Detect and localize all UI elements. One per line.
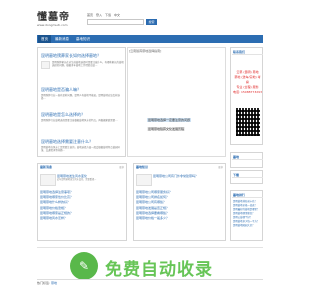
tag-links: 热门标签: 墓地 — [37, 279, 263, 285]
tag-link[interactable]: 墓地 — [51, 281, 57, 285]
side-panel-download: 下载 — [230, 170, 263, 184]
logo-title: 懂墓帝 — [37, 12, 70, 23]
article-title[interactable]: 昆明墓地是怎么选择的？ — [41, 112, 85, 118]
search-button[interactable]: 搜索 — [146, 19, 157, 25]
main-nav: 首页 最新消息 墓地知识 — [37, 35, 263, 43]
list-item[interactable]: 昆明墓地价格一般多少？ — [136, 216, 172, 221]
knowledge-column: 墓地知识 更多 昆明墓地公司有门外非常建墓吗？ 昆明墓地公司哪家服务好？ 昆明墓… — [133, 163, 226, 241]
panel-title: 墓地 — [232, 154, 263, 160]
contact-title: 联系我们 — [232, 49, 263, 55]
list-item[interactable]: 昆明墓地风水怎样？ — [40, 216, 73, 221]
list-item[interactable]: 昆明墓地陵园大全？ — [233, 224, 259, 228]
slider-caption[interactable]: 昆明墓地选择一定要注意的问题 — [147, 118, 192, 122]
qr-code — [236, 108, 260, 136]
top-nav-home[interactable]: 首页 — [87, 13, 93, 17]
top-nav-chinese[interactable]: 中文 — [114, 13, 120, 17]
image-slider[interactable]: [云南殡葬墓地选择指南] 昆明墓地选择一定要注意的问题 昆明墓地殡葬文化发展历程 — [127, 47, 226, 157]
more-link[interactable]: 更多 — [119, 165, 124, 169]
column-title: 最新消息 — [40, 165, 53, 169]
nav-item-news[interactable]: 最新消息 — [52, 35, 72, 43]
search-input[interactable] — [87, 19, 144, 25]
article-title[interactable]: 昆明墓地是否骗人嘛？ — [41, 87, 81, 93]
side-panel-cemetery: 墓地 — [230, 152, 263, 168]
column-list: 昆明墓地公司哪家服务好？ 昆明墓地公司排名如何？ 昆明墓地公司有哪些？ 昆明墓地… — [136, 190, 172, 221]
nav-item-knowledge[interactable]: 墓地知识 — [73, 35, 93, 43]
panel-title: 墓地排行 — [232, 192, 263, 198]
page: 懂墓帝 www.dongmudi.com 首页 登入 下载 中文 搜索 首页 最… — [0, 0, 300, 300]
slider-caption[interactable]: 昆明墓地殡葬文化发展历程 — [147, 127, 186, 131]
article-title[interactable]: 昆明墓地选择需要注意什么？ — [41, 139, 93, 145]
contact-phone: 电话: 15088773293 — [233, 90, 262, 94]
column-thumbnail[interactable] — [136, 174, 152, 186]
nav-item-home[interactable]: 首页 — [38, 35, 51, 43]
contact-panel: 联系我们 云墓 (昆明) 墓地 墓地 (送车/实地) 考察 专业 (全程) 服务… — [230, 47, 263, 145]
article-thumbnail[interactable] — [41, 61, 50, 69]
list-item[interactable]: 昆明墓地什么样的好？ — [40, 200, 73, 205]
divider — [37, 247, 263, 248]
column-summary: 近年昆明墓地发生风水变化，需要重视… — [57, 178, 97, 181]
logo-url: www.dongmudi.com — [37, 23, 68, 27]
watermark-text: 免费自动收录 — [105, 260, 213, 280]
column-headline[interactable]: 昆明墓地公司有门外非常建墓吗？ — [153, 174, 198, 178]
top-nav: 首页 登入 下载 中文 — [87, 13, 120, 17]
news-column: 最新消息 更多 昆明墓地发生风水变化 近年昆明墓地发生风水变化，需要重视… 昆明… — [37, 163, 127, 241]
slider-image: [云南殡葬墓地选择指南] — [129, 49, 162, 53]
ranking-list: 昆明墓地排名前十名？ 昆明墓地价格一览表？ 昆明最好的墓地是哪里？ 昆明墓地哪里… — [233, 200, 259, 228]
tag-label: 热门标签 — [37, 281, 50, 285]
contact-line: 墓地 (送车/实地) 考察 — [234, 75, 261, 84]
article-summary: 昆明墓地在风水上是需要注意的，墓地选择方面一般会根据墓地特点墓园环境、交通需求等… — [41, 146, 120, 153]
pen-icon: ✎ — [70, 252, 98, 280]
top-nav-download[interactable]: 下载 — [105, 13, 111, 17]
panel-title: 下载 — [232, 172, 263, 178]
article-title[interactable]: 昆明墓地殡葬家长如何选择墓地？ — [41, 53, 101, 59]
column-title: 墓地知识 — [136, 165, 149, 169]
contact-info: 云墓 (昆明) 墓地 墓地 (送车/实地) 考察 专业 (全程) 服务 电话: … — [233, 70, 262, 95]
featured-articles: 昆明墓地殡葬家长如何选择墓地？ 昆明殡葬家长在对生前墓地选择时需要注意什么，有哪… — [37, 47, 126, 157]
site-logo[interactable]: 懂墓帝 www.dongmudi.com — [37, 8, 77, 27]
article-summary: 昆明殡葬行业墓地选择需要注意根据墓地风水的特点，再根据家庭需要… — [41, 119, 118, 122]
more-link[interactable]: 更多 — [218, 165, 223, 169]
side-panel-ranking: 墓地排行 昆明墓地排名前十名？ 昆明墓地价格一览表？ 昆明最好的墓地是哪里？ 昆… — [230, 190, 263, 241]
column-list: 昆明墓地选择注意事项？ 昆明墓地哪家性价比高？ 昆明墓地什么样的好？ 昆明墓地价… — [40, 190, 73, 221]
top-nav-login[interactable]: 登入 — [96, 13, 102, 17]
column-thumbnail[interactable] — [40, 174, 56, 186]
article-summary: 昆明殡葬家长在对生前墓地选择时需要注意什么，有哪些家长的墓地选择的问题，根据多年… — [52, 61, 124, 68]
article-summary: 昆明殡葬行业一直有某些问题，昆明人有墓地不能进，昆明墓地应该怎样选择… — [41, 94, 120, 101]
